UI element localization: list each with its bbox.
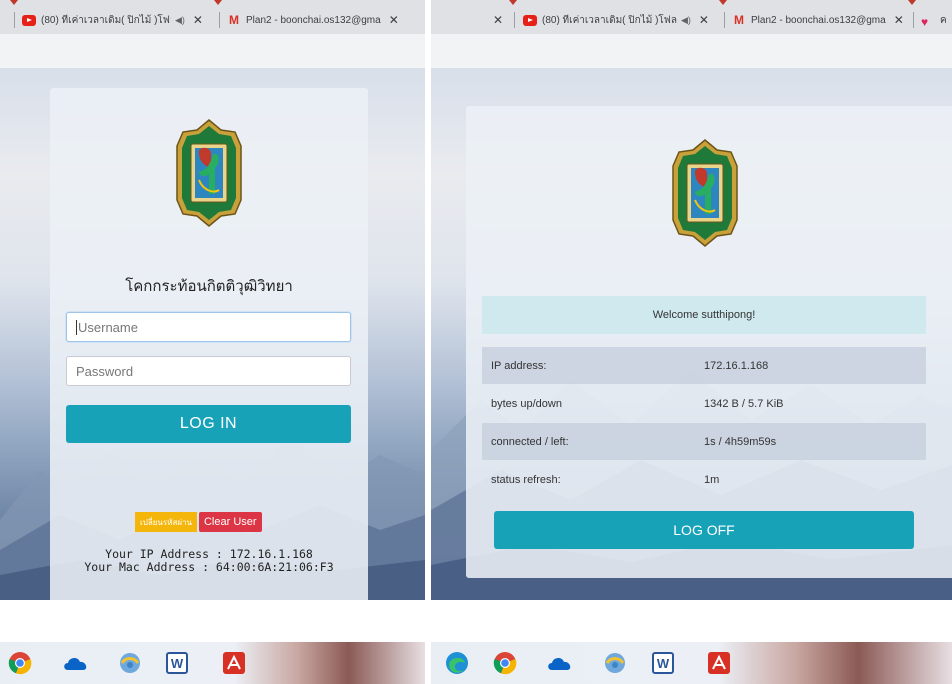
tab-indicator <box>214 0 222 6</box>
chrome-icon[interactable] <box>8 651 32 675</box>
chrome-icon[interactable] <box>493 651 517 675</box>
tab-title: ค <box>940 14 947 26</box>
acrobat-icon[interactable] <box>222 651 246 675</box>
info-value: 1m <box>704 473 720 486</box>
school-name: โคกกระท้อนกิตติวุฒิวิทยา <box>125 277 293 295</box>
change-password-button[interactable]: เปลี่ยนรหัสผ่าน <box>135 512 197 532</box>
word-icon[interactable]: W <box>651 651 675 675</box>
password-field[interactable]: Password <box>66 356 351 386</box>
tab-title: (80) ทีเค่าเวลาเดิม( ปิกไม้ )โฟล <box>41 14 171 26</box>
network-icon[interactable] <box>118 651 142 675</box>
info-label: connected / left: <box>491 435 569 448</box>
username-field[interactable]: Username <box>66 312 351 342</box>
address-bar-area <box>431 34 952 68</box>
close-tab-icon[interactable]: ✕ <box>699 13 709 27</box>
tab-indicator <box>719 0 727 6</box>
desktop-gap <box>431 600 952 642</box>
login-card: โคกกระท้อนกิตติวุฒิวิทยา Username Passwo… <box>50 88 368 600</box>
taskbar: W <box>0 642 425 684</box>
clear-user-button[interactable]: Clear User <box>198 512 262 532</box>
tab-title: (80) ทีเค่าเวลาเดิม( ปิกไม้ )โฟล <box>542 14 677 26</box>
tab-separator <box>514 12 515 28</box>
text-caret <box>76 319 77 335</box>
svg-text:W: W <box>171 656 184 671</box>
youtube-icon <box>523 14 537 26</box>
svg-text:W: W <box>657 656 670 671</box>
taskbar: W <box>431 642 952 684</box>
tab-gmail[interactable]: M Plan2 - boonchai.os132@gma ✕ <box>732 6 912 34</box>
info-label: status refresh: <box>491 473 561 486</box>
close-tab-icon[interactable]: ✕ <box>493 13 503 27</box>
tab-youtube[interactable]: (80) ทีเค่าเวลาเดิม( ปิกไม้ )โฟล ◀︎) ✕ <box>523 6 719 34</box>
word-icon[interactable]: W <box>165 651 189 675</box>
info-row-ip: IP address: 172.16.1.168 <box>482 347 926 384</box>
tab-title: Plan2 - boonchai.os132@gma <box>246 14 381 26</box>
heart-icon: ♥ <box>921 14 929 29</box>
close-tab-icon[interactable]: ✕ <box>894 13 904 27</box>
tab-title: Plan2 - boonchai.os132@gma <box>751 14 886 26</box>
tab-separator <box>14 12 15 28</box>
info-label: bytes up/down <box>491 397 562 410</box>
username-placeholder: Username <box>78 319 138 335</box>
school-crest-logo <box>176 119 242 227</box>
onedrive-icon[interactable] <box>546 651 574 675</box>
onedrive-icon[interactable] <box>62 651 90 675</box>
close-tab-icon[interactable]: ✕ <box>193 13 203 27</box>
address-bar-area <box>0 34 425 68</box>
info-value: 172.16.1.168 <box>704 359 769 372</box>
gmail-icon: M <box>229 12 239 27</box>
acrobat-icon[interactable] <box>707 651 731 675</box>
close-previous-tab[interactable]: ✕ <box>493 6 507 34</box>
tab-indicator <box>509 0 517 6</box>
speaker-icon[interactable]: ◀︎) <box>681 15 691 26</box>
info-row-refresh: status refresh: 1m <box>482 461 926 498</box>
right-browser-window: ✕ (80) ทีเค่าเวลาเดิม( ปิกไม้ )โฟล ◀︎) ✕… <box>431 0 952 684</box>
password-placeholder: Password <box>76 363 134 379</box>
status-page: Welcome sutthipong! IP address: 172.16.1… <box>431 68 952 600</box>
close-tab-icon[interactable]: ✕ <box>389 13 399 27</box>
info-row-bytes: bytes up/down 1342 B / 5.7 KiB <box>482 385 926 422</box>
speaker-icon[interactable]: ◀︎) <box>175 15 185 26</box>
status-card: Welcome sutthipong! IP address: 172.16.1… <box>466 106 952 578</box>
tab-separator <box>724 12 725 28</box>
logoff-button[interactable]: LOG OFF <box>494 511 914 549</box>
tab-separator <box>219 12 220 28</box>
info-row-connected: connected / left: 1s / 4h59m59s <box>482 423 926 460</box>
info-value: 1s / 4h59m59s <box>704 435 777 448</box>
tab-youtube[interactable]: (80) ทีเค่าเวลาเดิม( ปิกไม้ )โฟล ◀︎) ✕ <box>22 6 212 34</box>
edge-icon[interactable] <box>445 651 469 675</box>
tab-separator <box>913 12 914 28</box>
tab-strip: (80) ทีเค่าเวลาเดิม( ปิกไม้ )โฟล ◀︎) ✕ M… <box>0 0 425 34</box>
welcome-banner: Welcome sutthipong! <box>482 296 926 334</box>
mac-address-line: Your Mac Address : 64:00:6A:21:06:F3 <box>84 560 334 574</box>
gmail-icon: M <box>734 12 744 27</box>
tab-strip: ✕ (80) ทีเค่าเวลาเดิม( ปิกไม้ )โฟล ◀︎) ✕… <box>431 0 952 34</box>
desktop-gap <box>0 600 425 642</box>
secondary-actions: เปลี่ยนรหัสผ่าน Clear User <box>135 512 262 532</box>
tab-indicator <box>10 0 18 6</box>
login-button[interactable]: LOG IN <box>66 405 351 443</box>
school-crest-logo <box>672 139 738 247</box>
tab-gmail[interactable]: M Plan2 - boonchai.os132@gma ✕ <box>227 6 417 34</box>
left-browser-window: (80) ทีเค่าเวลาเดิม( ปิกไม้ )โฟล ◀︎) ✕ M… <box>0 0 425 684</box>
info-label: IP address: <box>491 359 547 372</box>
info-value: 1342 B / 5.7 KiB <box>704 397 784 410</box>
tab-third[interactable]: ♥ ค <box>921 6 952 34</box>
tab-indicator <box>908 0 916 6</box>
network-icon[interactable] <box>603 651 627 675</box>
youtube-icon <box>22 14 36 26</box>
login-page: โคกกระท้อนกิตติวุฒิวิทยา Username Passwo… <box>0 68 425 600</box>
